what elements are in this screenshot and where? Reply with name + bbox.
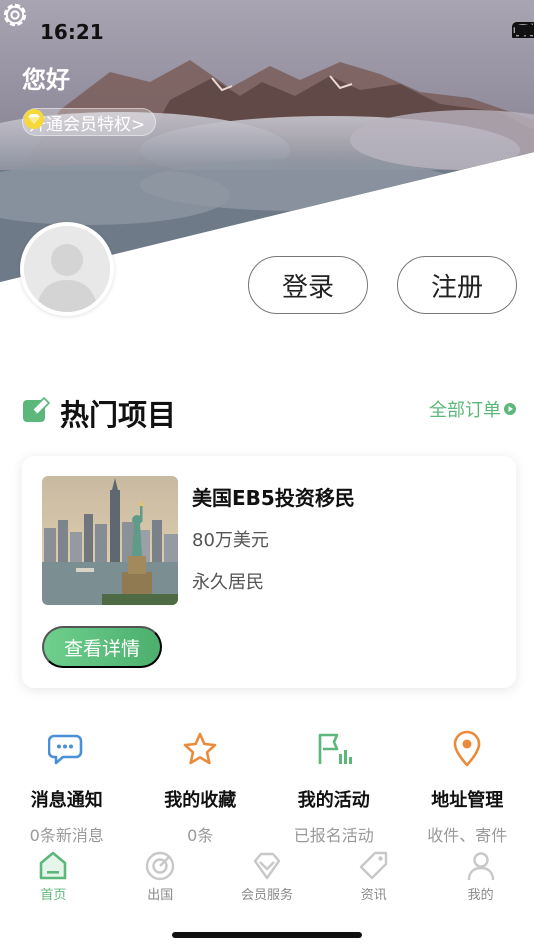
avatar-placeholder-icon	[24, 226, 110, 312]
play-arrow-icon	[504, 403, 516, 415]
vip-link-label: 开通会员特权>	[29, 114, 146, 135]
action-subtitle: 已报名活动	[293, 826, 374, 845]
all-orders-link[interactable]: 全部订单	[429, 396, 516, 422]
vip-diamond-icon	[24, 109, 44, 129]
edit-icon	[23, 396, 51, 422]
status-bar: 16:21	[0, 0, 534, 62]
greeting-text: 您好	[22, 66, 70, 94]
action-favorites[interactable]: 我的收藏 0条	[134, 730, 268, 848]
tab-label: 会员服务	[240, 888, 293, 903]
all-orders-label: 全部订单	[429, 400, 501, 421]
tab-me[interactable]: 我的	[427, 846, 534, 906]
vip-membership-link[interactable]: 开通会员特权>	[22, 108, 157, 136]
home-indicator	[172, 932, 362, 938]
location-icon	[453, 730, 481, 767]
star-icon	[183, 732, 217, 765]
tab-label: 首页	[40, 888, 67, 903]
action-title: 消息通知	[30, 790, 103, 811]
action-subtitle: 0条新消息	[29, 826, 104, 845]
action-activities[interactable]: 我的活动 已报名活动	[267, 730, 401, 848]
status-time: 16:21	[40, 20, 104, 44]
diamond-icon	[253, 852, 281, 880]
tab-membership[interactable]: 会员服务	[214, 846, 321, 906]
project-tag: 永久居民	[192, 572, 264, 593]
tag-icon	[359, 851, 387, 880]
battery-icon	[512, 22, 534, 38]
quick-actions: 消息通知 0条新消息 我的收藏 0条 我的活动 已报名活动 地址管理 收件、寄件	[0, 730, 534, 848]
register-button[interactable]: 注册	[397, 256, 517, 314]
action-title: 我的活动	[297, 790, 370, 811]
project-card[interactable]: 美国EB5投资移民 80万美元 永久居民 查看详情	[22, 456, 516, 688]
bottom-tab-bar: 首页 出国 会员服务 资讯 我的	[0, 846, 534, 906]
action-title: 地址管理	[431, 790, 504, 811]
tab-abroad[interactable]: 出国	[107, 846, 214, 906]
action-address[interactable]: 地址管理 收件、寄件	[401, 730, 534, 848]
target-icon	[145, 851, 175, 881]
tab-label: 我的	[467, 888, 494, 903]
home-icon	[40, 851, 67, 880]
login-button[interactable]: 登录	[248, 256, 368, 314]
tab-news[interactable]: 资讯	[320, 846, 427, 906]
action-title: 我的收藏	[164, 790, 237, 811]
view-details-button[interactable]: 查看详情	[42, 626, 162, 668]
action-subtitle: 0条	[187, 826, 214, 845]
action-subtitle: 收件、寄件	[427, 826, 508, 845]
user-avatar[interactable]	[20, 222, 114, 316]
action-messages[interactable]: 消息通知 0条新消息	[0, 730, 134, 848]
project-price: 80万美元	[192, 530, 269, 551]
hot-projects-header: 热门项目 全部订单	[22, 390, 516, 432]
hot-projects-title: 热门项目	[60, 398, 177, 432]
statue-of-liberty-image	[42, 476, 178, 605]
tab-label: 出国	[147, 888, 174, 903]
message-icon	[47, 734, 83, 765]
settings-gear-icon[interactable]	[0, 0, 30, 30]
project-title: 美国EB5投资移民	[192, 486, 355, 510]
activity-icon	[318, 733, 352, 764]
tab-label: 资讯	[360, 888, 387, 903]
user-icon	[467, 852, 494, 881]
tab-home[interactable]: 首页	[0, 846, 107, 906]
